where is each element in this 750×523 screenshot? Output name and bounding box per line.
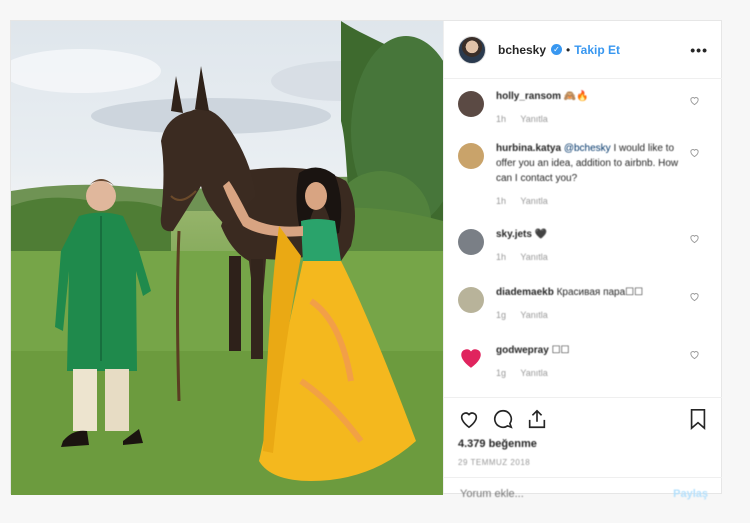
comment-username[interactable]: holly_ransom [496, 91, 561, 102]
comment-time: 1h [496, 114, 507, 124]
reply-button[interactable]: Yanıtla [520, 114, 547, 124]
comment-time: 1g [496, 310, 507, 320]
comment-text: 🖤 [534, 229, 548, 240]
comment-username[interactable]: hurbina.katya [496, 143, 561, 154]
comment-time: 1h [496, 196, 507, 206]
post-date: 29 TEMMUZ 2018 [458, 458, 531, 467]
save-bookmark-icon[interactable] [688, 408, 708, 430]
like-comment-heart-icon[interactable] [689, 291, 700, 302]
like-comment-heart-icon[interactable] [689, 349, 700, 360]
share-upload-icon[interactable] [526, 408, 548, 430]
comment-text-line: sky.jets 🖤 [496, 227, 696, 242]
comment-text: Красивая пара☐☐ [556, 287, 644, 298]
reply-button[interactable]: Yanıtla [520, 196, 547, 206]
post-card: bchesky ✓ • Takip Et ••• holly_ransom 🙈🔥… [10, 20, 722, 501]
comment-input[interactable] [458, 486, 674, 501]
comment-item: hurbina.katya @bchesky I would like to o… [458, 141, 710, 206]
post-comment-button[interactable]: Paylaş [673, 488, 708, 500]
comment-bubble-icon[interactable] [492, 408, 514, 430]
comment-text-line: hurbina.katya @bchesky I would like to o… [496, 141, 696, 186]
comment-username[interactable]: sky.jets [496, 229, 532, 240]
like-comment-heart-icon[interactable] [689, 233, 700, 244]
comment-text-line: godwepray ☐☐ [496, 343, 696, 358]
comment-list: holly_ransom 🙈🔥 1h Yanıtla hurbina.katya [444, 79, 722, 397]
like-heart-icon[interactable] [458, 408, 480, 430]
follow-button[interactable]: Takip Et [574, 43, 620, 57]
action-icons [458, 406, 708, 432]
separator-dot: • [566, 42, 571, 57]
comment-item: diademaekb Красивая пара☐☐ 1g Yanıtla [458, 285, 710, 320]
like-comment-heart-icon[interactable] [689, 147, 700, 158]
comment-composer: Paylaş [444, 477, 722, 501]
comment-text: 🙈🔥 [563, 91, 589, 102]
commenter-avatar[interactable] [458, 287, 484, 313]
post-actions: 4.379 beğenme 29 TEMMUZ 2018 [444, 397, 722, 467]
comment-time: 1g [496, 368, 507, 378]
comment-item: holly_ransom 🙈🔥 1h Yanıtla [458, 89, 710, 124]
author-avatar[interactable] [458, 35, 486, 64]
likes-count[interactable]: 4.379 beğenme [458, 438, 708, 450]
heart-avatar-icon[interactable] [458, 345, 484, 371]
commenter-avatar[interactable] [458, 91, 484, 117]
post-header: bchesky ✓ • Takip Et ••• [444, 21, 722, 79]
more-dots-icon[interactable]: ••• [690, 42, 708, 58]
like-comment-heart-icon[interactable] [689, 95, 700, 106]
post-photo-illustration [11, 21, 443, 495]
comment-username[interactable]: diademaekb [496, 287, 554, 298]
comment-text-line: diademaekb Красивая пара☐☐ [496, 285, 696, 300]
comment-mention[interactable]: @bchesky [564, 143, 611, 154]
post-sidebar: bchesky ✓ • Takip Et ••• holly_ransom 🙈🔥… [443, 21, 722, 501]
verified-badge-icon: ✓ [551, 44, 563, 55]
comment-item: godwepray ☐☐ 1g Yanıtla [458, 343, 710, 378]
commenter-avatar[interactable] [458, 143, 484, 169]
comment-meta: 1h Yanıtla [496, 252, 696, 262]
comment-meta: 1h Yanıtla [496, 196, 696, 206]
comment-text: ☐☐ [551, 345, 570, 356]
comment-text-line: holly_ransom 🙈🔥 [496, 89, 696, 104]
reply-button[interactable]: Yanıtla [520, 310, 547, 320]
reply-button[interactable]: Yanıtla [520, 368, 547, 378]
comment-meta: 1h Yanıtla [496, 114, 696, 124]
comment-meta: 1g Yanıtla [496, 310, 696, 320]
comment-item: sky.jets 🖤 1h Yanıtla [458, 227, 710, 262]
reply-button[interactable]: Yanıtla [520, 252, 547, 262]
comment-time: 1h [496, 252, 507, 262]
commenter-avatar[interactable] [458, 229, 484, 255]
author-username[interactable]: bchesky [498, 43, 546, 57]
comment-meta: 1g Yanıtla [496, 368, 696, 378]
comment-username[interactable]: godwepray [496, 345, 549, 356]
post-photo[interactable] [11, 21, 443, 495]
